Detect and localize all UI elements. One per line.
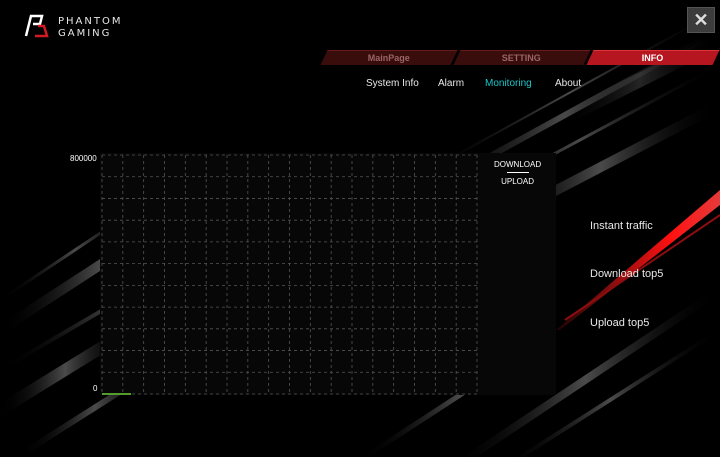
legend-divider bbox=[506, 172, 529, 173]
main-tabs: MainPage SETTING INFO bbox=[318, 50, 720, 65]
subnav-monitoring[interactable]: Monitoring bbox=[485, 78, 532, 89]
chart-legend: DOWNLOAD UPLOAD bbox=[494, 160, 541, 186]
legend-upload[interactable]: UPLOAD bbox=[494, 177, 541, 186]
close-button[interactable]: ✕ bbox=[687, 7, 715, 33]
subnav-about[interactable]: About bbox=[555, 78, 581, 89]
y-tick-label-min: 0 bbox=[93, 384, 98, 393]
tab-setting[interactable]: SETTING bbox=[453, 50, 591, 65]
subnav-alarm[interactable]: Alarm bbox=[438, 78, 464, 89]
side-menu-upload-top5[interactable]: Upload top5 bbox=[590, 317, 649, 329]
side-menu-download-top5[interactable]: Download top5 bbox=[590, 268, 663, 280]
side-menu-instant-traffic[interactable]: Instant traffic bbox=[590, 220, 653, 232]
y-tick-label-max: 800000 bbox=[70, 154, 97, 163]
tab-info[interactable]: INFO bbox=[586, 50, 720, 65]
subnav-system-info[interactable]: System Info bbox=[366, 78, 419, 89]
legend-download[interactable]: DOWNLOAD bbox=[494, 160, 541, 169]
tab-mainpage[interactable]: MainPage bbox=[320, 50, 458, 65]
close-icon: ✕ bbox=[693, 9, 709, 30]
